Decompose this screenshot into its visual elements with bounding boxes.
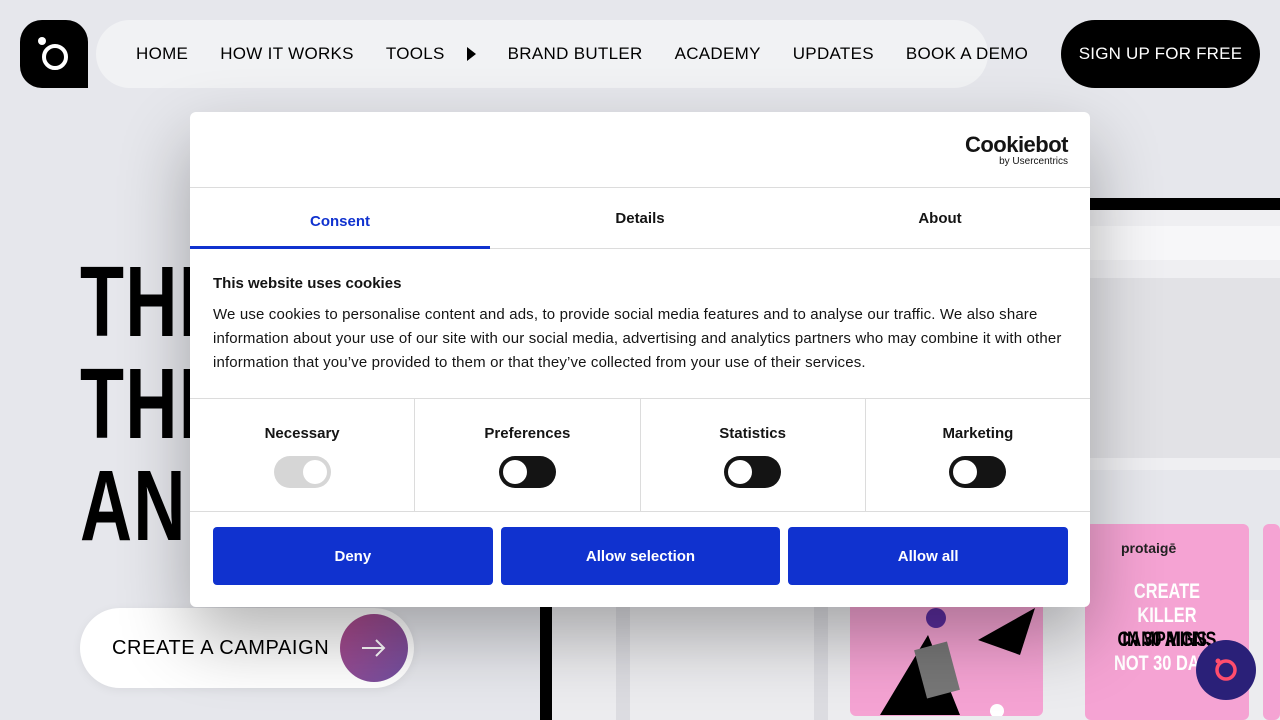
cookie-category-toggles: Necessary Preferences Statistics Marketi… [190, 398, 1090, 512]
cookie-dialog-text: We use cookies to personalise content an… [213, 306, 1062, 371]
toggle-cell-preferences: Preferences [415, 399, 641, 511]
promo-card-logo: protaigē [1121, 540, 1177, 556]
toggle-knob [953, 460, 978, 484]
statistics-toggle[interactable] [724, 456, 782, 488]
nav-book-a-demo-label: BOOK A DEMO [905, 44, 1029, 63]
nav-updates-label: UPDATES [792, 44, 874, 63]
toggle-label-preferences: Preferences [484, 425, 571, 442]
nav-how-it-works-label: HOW IT WORKS [220, 44, 354, 63]
nav-academy[interactable]: ACADEMY [675, 44, 761, 64]
toggle-cell-marketing: Marketing [866, 399, 1090, 511]
mockup-column [616, 600, 630, 720]
main-nav: HOME HOW IT WORKS TOOLS BRAND BUTLER ACA… [96, 20, 1028, 88]
mockup-bar [1090, 226, 1280, 260]
tab-consent[interactable]: Consent [190, 188, 490, 249]
toggle-cell-statistics: Statistics [641, 399, 866, 511]
signup-button[interactable]: SIGN UP FOR FREE [1061, 20, 1260, 88]
hero-heading-line-2: THI [80, 348, 201, 460]
toggle-cell-necessary: Necessary [190, 399, 416, 511]
hero-heading-line-3: AN [80, 450, 187, 562]
nav-academy-label: ACADEMY [674, 44, 761, 63]
nav-tools[interactable]: TOOLS [386, 44, 476, 64]
chat-launcher-button[interactable] [1196, 640, 1256, 700]
nav-how-it-works[interactable]: HOW IT WORKS [220, 44, 354, 64]
nav-book-a-demo[interactable]: BOOK A DEMO [906, 44, 1028, 64]
toggle-knob [502, 460, 527, 484]
create-campaign-label: CREATE A CAMPAIGN [112, 636, 330, 659]
consent-tabs: Consent Details About [190, 187, 1090, 249]
promo-card-edge [1263, 524, 1280, 720]
promo-image-card [850, 600, 1043, 716]
mockup-topbar [1090, 198, 1280, 210]
toggle-knob [302, 460, 327, 484]
promo-card-line-1: CREATE [1133, 580, 1201, 603]
toggle-label-statistics: Statistics [719, 425, 786, 442]
toggle-label-necessary: Necessary [264, 425, 340, 442]
arrow-right-icon [340, 614, 408, 682]
cookiebot-logo: Cookiebot by Usercentrics [964, 132, 1069, 168]
toggle-label-marketing: Marketing [942, 425, 1014, 442]
allow-all-button[interactable]: Allow all [788, 527, 1069, 585]
nav-updates[interactable]: UPDATES [793, 44, 874, 64]
nav-tools-label: TOOLS [385, 44, 445, 63]
tab-details[interactable]: Details [490, 188, 790, 248]
megaphone-illustration-icon [880, 608, 1035, 716]
cookie-action-buttons: Deny Allow selection Allow all [213, 527, 1069, 585]
caret-right-icon [466, 47, 476, 61]
promo-card-line-2-accent: KILLER [1137, 604, 1197, 627]
cookiebot-logo-sub: by Usercentrics [999, 156, 1068, 167]
logo-ring-icon [42, 44, 68, 70]
tab-about[interactable]: About [790, 188, 1090, 248]
mockup-column [814, 600, 828, 720]
logo-dot-icon [38, 37, 46, 45]
deny-button[interactable]: Deny [213, 527, 493, 585]
allow-selection-button[interactable]: Allow selection [500, 527, 781, 585]
preferences-toggle[interactable] [498, 456, 556, 488]
mockup-block [1090, 278, 1280, 458]
necessary-toggle [273, 456, 331, 488]
chat-icon [1215, 658, 1237, 681]
cookiebot-logo-main: Cookiebot [964, 132, 1069, 157]
marketing-toggle[interactable] [949, 456, 1007, 488]
nav-brand-butler-label: BRAND BUTLER [507, 44, 643, 63]
toggle-knob [728, 460, 753, 484]
nav-brand-butler[interactable]: BRAND BUTLER [508, 44, 643, 64]
nav-home[interactable]: HOME [136, 44, 188, 64]
site-logo[interactable] [20, 20, 88, 88]
nav-home-label: HOME [136, 44, 189, 63]
cookie-dialog-title: This website uses cookies [213, 275, 402, 292]
create-campaign-button[interactable]: CREATE A CAMPAIGN [80, 608, 414, 688]
cookie-consent-dialog: Cookiebot by Usercentrics Consent Detail… [190, 112, 1090, 607]
